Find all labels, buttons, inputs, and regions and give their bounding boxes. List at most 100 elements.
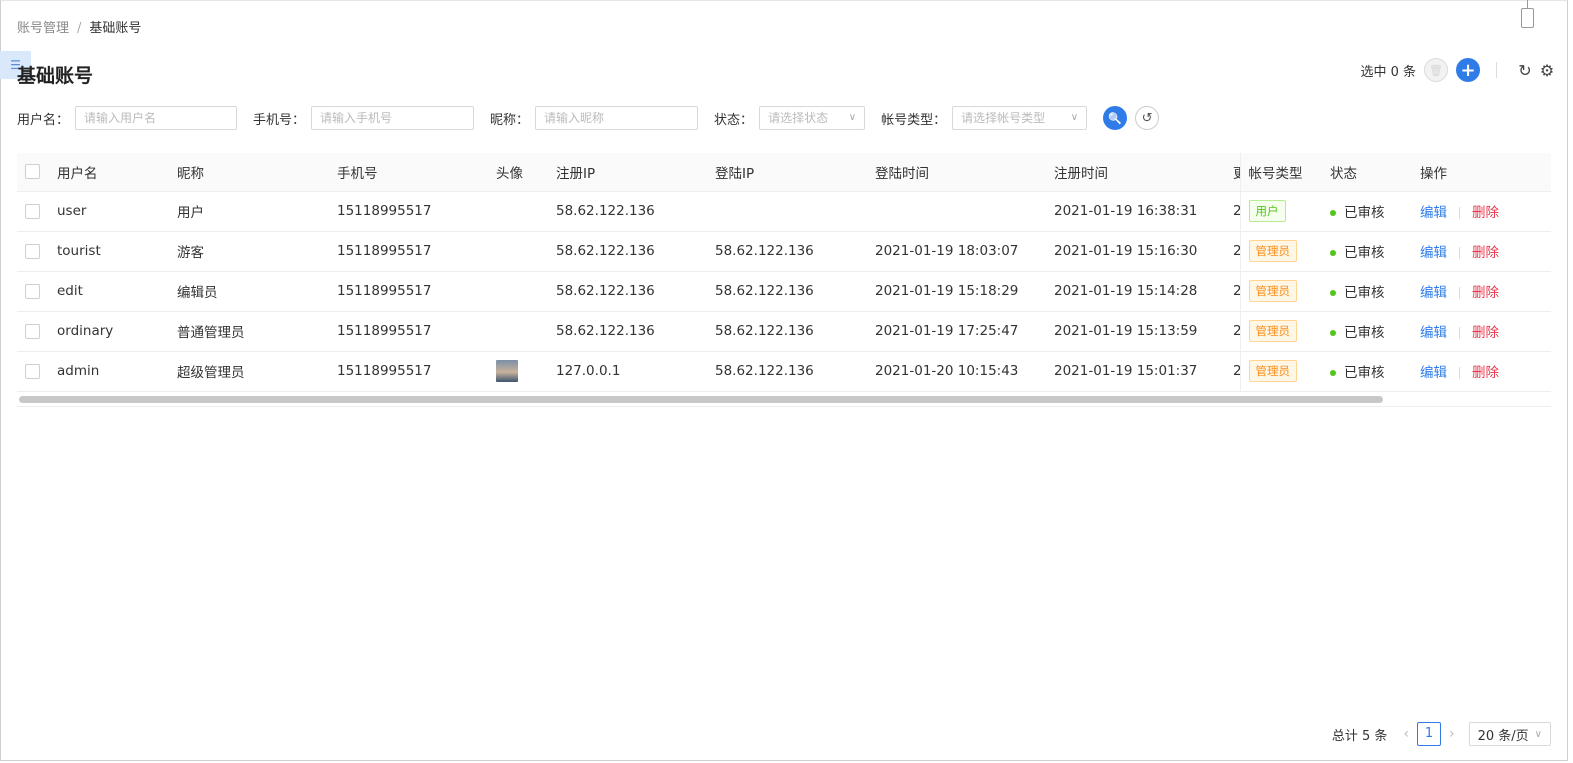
nickname-input[interactable]: 请输入昵称 [535, 106, 699, 130]
batch-delete-button[interactable]: 🗑 [1424, 58, 1448, 82]
settings-icon[interactable]: ⚙ [1539, 61, 1555, 80]
filter-bar: 用户名： 请输入用户名 手机号： 请输入手机号 昵称： 请输入昵称 状态： 请选… [17, 106, 1160, 130]
cell-login-time: 2021-01-19 18:03:07 [875, 231, 1054, 272]
account-type-select[interactable]: 请选择帐号类型 ∨ [952, 106, 1088, 130]
action-divider [1459, 367, 1460, 379]
table-header-row: 用户名 昵称 手机号 头像 注册IP 登陆IP 登陆时间 注册时间 更 帐号类型… [17, 153, 1551, 192]
cell-avatar [496, 191, 556, 232]
cell-reg-ip: 58.62.122.136 [556, 311, 715, 352]
cell-reg-time: 2021-01-19 15:01:37 [1054, 351, 1233, 392]
edit-button[interactable]: 编辑 [1420, 365, 1447, 381]
status-dot-icon [1330, 210, 1336, 216]
row-select-cell [17, 231, 57, 272]
cell-reg-ip: 127.0.0.1 [556, 351, 715, 392]
row-checkbox[interactable] [25, 363, 40, 379]
account-type-placeholder: 请选择帐号类型 [961, 111, 1046, 125]
breadcrumb-parent[interactable]: 账号管理 [17, 21, 69, 36]
page-title: 基础账号 [17, 65, 94, 87]
add-account-button[interactable]: + [1456, 58, 1480, 82]
prev-page-icon[interactable]: ‹ [1403, 726, 1409, 742]
status-select[interactable]: 请选择状态 ∨ [759, 106, 866, 130]
edit-button[interactable]: 编辑 [1420, 205, 1447, 221]
table-row: ordinary 普通管理员 15118995517 58.62.122.136 58.… [17, 311, 1551, 352]
edit-button[interactable]: 编辑 [1420, 285, 1447, 301]
cell-login-ip: 58.62.122.136 [715, 231, 875, 272]
cell-login-time [875, 191, 1054, 232]
status-placeholder: 请选择状态 [768, 111, 829, 125]
phone-label: 手机号： [253, 112, 306, 128]
row-checkbox[interactable] [25, 283, 40, 299]
cell-username: edit [57, 271, 177, 312]
row-select-cell [17, 311, 57, 352]
row-select-cell [17, 351, 57, 392]
cell-nickname: 普通管理员 [177, 311, 337, 352]
status-text: 已审核 [1344, 365, 1385, 381]
col-reg-ip: 注册IP [556, 153, 715, 192]
row-select-cell [17, 191, 57, 232]
username-input[interactable]: 请输入用户名 [75, 106, 238, 130]
col-update-time: 更 [1233, 153, 1240, 192]
selected-count: 选中 0 条 [1360, 64, 1416, 80]
cell-username: tourist [57, 231, 177, 272]
cell-actions: 编辑 删除 [1420, 271, 1551, 312]
cell-avatar [496, 351, 556, 392]
next-page-icon[interactable]: › [1449, 726, 1455, 742]
row-checkbox[interactable] [25, 243, 40, 259]
cell-reg-time: 2021-01-19 16:38:31 [1054, 191, 1233, 232]
account-type-tag: 管理员 [1248, 360, 1297, 382]
cell-nickname: 游客 [177, 231, 337, 272]
breadcrumb-separator: / [77, 21, 82, 36]
row-checkbox[interactable] [25, 203, 40, 219]
cell-actions: 编辑 删除 [1420, 311, 1551, 352]
action-divider [1459, 247, 1460, 259]
delete-button[interactable]: 删除 [1472, 245, 1499, 261]
status-dot-icon [1330, 370, 1336, 376]
phone-input[interactable]: 请输入手机号 [311, 106, 475, 130]
cell-login-time: 2021-01-19 15:18:29 [875, 271, 1054, 312]
page-size-select[interactable]: 20 条/页 ∨ [1468, 722, 1551, 746]
total-count: 总计 5 条 [1331, 728, 1388, 744]
account-type-tag: 用户 [1248, 200, 1286, 222]
cell-account-type: 管理员 [1239, 351, 1330, 392]
col-account-type: 帐号类型 [1239, 153, 1330, 192]
col-status: 状态 [1330, 153, 1420, 192]
search-button[interactable]: 🔍 [1103, 106, 1128, 130]
cell-update-time: 2 [1233, 231, 1240, 272]
device-icon[interactable] [1521, 0, 1534, 28]
cell-reg-ip: 58.62.122.136 [556, 231, 715, 272]
account-type-tag: 管理员 [1248, 280, 1297, 302]
col-actions: 操作 [1420, 153, 1551, 192]
row-checkbox[interactable] [25, 323, 40, 339]
table-row: admin 超级管理员 15118995517 127.0.0.1 58.62.122.… [17, 351, 1551, 392]
cell-phone: 15118995517 [337, 231, 496, 272]
cell-phone: 15118995517 [337, 271, 496, 312]
table-row: edit 编辑员 15118995517 58.62.122.136 58.62.122… [17, 271, 1551, 312]
reset-button[interactable]: ↺ [1135, 106, 1160, 130]
page-1-button[interactable]: 1 [1417, 722, 1441, 746]
cell-account-type: 管理员 [1239, 271, 1330, 312]
cell-avatar [496, 271, 556, 312]
edit-button[interactable]: 编辑 [1420, 325, 1447, 341]
cell-status: 已审核 [1330, 271, 1420, 312]
cell-nickname: 编辑员 [177, 271, 337, 312]
refresh-icon[interactable]: ↻ [1517, 61, 1533, 80]
col-nickname: 昵称 [177, 153, 337, 192]
pagination: 总计 5 条 ‹ 1 › 20 条/页 ∨ [1332, 722, 1551, 746]
delete-button[interactable]: 删除 [1472, 285, 1499, 301]
cell-account-type: 用户 [1239, 191, 1330, 232]
delete-button[interactable]: 删除 [1472, 205, 1499, 221]
cell-username: user [57, 191, 177, 232]
cell-reg-time: 2021-01-19 15:16:30 [1054, 231, 1233, 272]
cell-update-time: 2 [1233, 351, 1240, 392]
horizontal-scrollbar[interactable] [19, 396, 1383, 403]
cell-update-time: 2 [1233, 191, 1240, 232]
edit-button[interactable]: 编辑 [1420, 245, 1447, 261]
username-placeholder: 请输入用户名 [84, 111, 157, 125]
select-all-checkbox[interactable] [25, 164, 40, 180]
delete-button[interactable]: 删除 [1472, 325, 1499, 341]
cell-nickname: 超级管理员 [177, 351, 337, 392]
cell-actions: 编辑 删除 [1420, 231, 1551, 272]
cell-login-ip: 58.62.122.136 [715, 351, 875, 392]
delete-button[interactable]: 删除 [1472, 365, 1499, 381]
cell-phone: 15118995517 [337, 191, 496, 232]
